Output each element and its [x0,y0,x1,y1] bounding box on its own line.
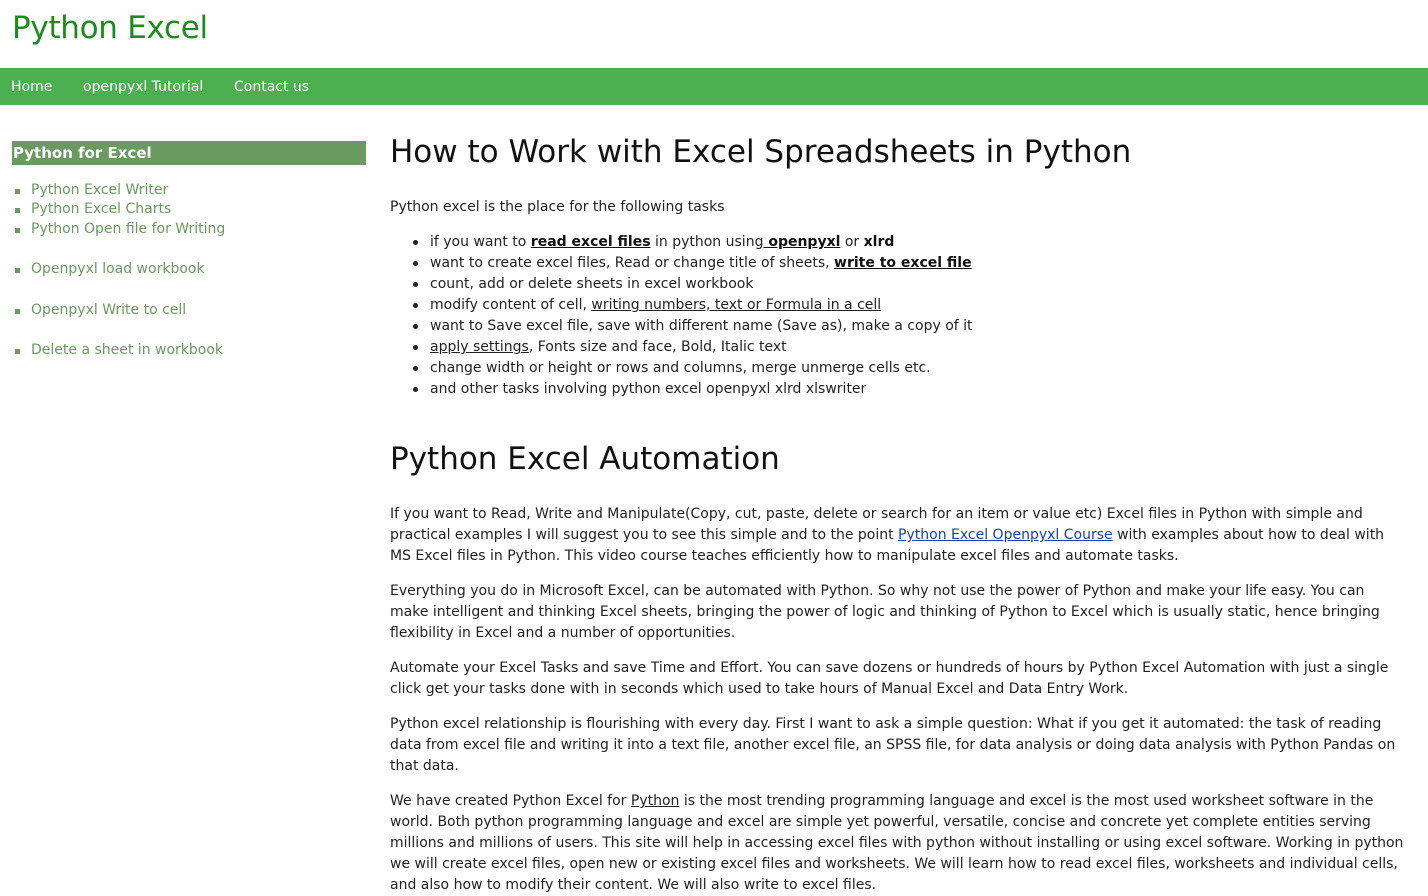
list-item: apply settings, Fonts size and face, Bol… [390,337,973,358]
square-bullet-icon [15,189,20,194]
openpyxl-course-link[interactable]: Python Excel Openpyxl Course [898,527,1113,543]
list-item: want to Save excel file, save with diffe… [390,316,973,337]
paragraph: If you want to Read, Write and Manipulat… [390,506,1385,564]
task-list: if you want to read excel files in pytho… [390,232,973,400]
square-bullet-icon [15,349,20,354]
sidebar-heading: Python for Excel [12,141,366,165]
list-item: modify content of cell, writing numbers,… [390,295,973,316]
sidebar-link-write-cell[interactable]: Openpyxl Write to cell [31,302,186,318]
paragraph: Automate your Excel Tasks and save Time … [390,660,1389,697]
list-item: if you want to read excel files in pytho… [390,232,973,253]
square-bullet-icon [15,309,20,314]
sidebar-link-excel-writer[interactable]: Python Excel Writer [31,182,168,198]
sidebar-link-excel-charts[interactable]: Python Excel Charts [31,201,171,217]
list-item: change width or height or rows and colum… [390,358,973,379]
list-item: count, add or delete sheets in excel wor… [390,274,973,295]
nav-openpyxl-tutorial[interactable]: openpyxl Tutorial [83,79,203,95]
page-title: How to Work with Excel Spreadsheets in P… [390,134,1132,170]
list-item: and other tasks involving python excel o… [390,379,973,400]
site-title: Python Excel [12,10,208,46]
square-bullet-icon [15,228,20,233]
sidebar: Python for Excel Python Excel Writer Pyt… [12,141,366,358]
top-navbar: Home openpyxl Tutorial Contact us [0,68,1428,105]
python-link[interactable]: Python [631,793,680,809]
square-bullet-icon [15,208,20,213]
sidebar-link-delete-sheet[interactable]: Delete a sheet in workbook [31,342,223,358]
intro-text: Python excel is the place for the follow… [390,199,725,215]
square-bullet-icon [15,268,20,273]
paragraph: Python excel relationship is flourishing… [390,716,1396,774]
read-excel-files-link[interactable]: read excel files [531,234,651,250]
sidebar-link-load-workbook[interactable]: Openpyxl load workbook [31,261,205,277]
sidebar-link-open-file[interactable]: Python Open file for Writing [31,221,225,237]
list-item: want to create excel files, Read or chan… [390,253,973,274]
apply-settings-link[interactable]: apply settings [430,339,529,355]
write-to-excel-file-link[interactable]: write to excel file [834,255,972,271]
paragraph: Everything you do in Microsoft Excel, ca… [390,583,1380,641]
nav-contact-us[interactable]: Contact us [234,79,309,95]
nav-home[interactable]: Home [11,79,52,95]
section-title-automation: Python Excel Automation [390,441,780,477]
writing-numbers-link[interactable]: writing numbers, text or Formula in a ce… [591,297,881,313]
paragraph: We have created Python Excel for Python … [390,793,1404,893]
openpyxl-link[interactable]: openpyxl [763,234,840,250]
